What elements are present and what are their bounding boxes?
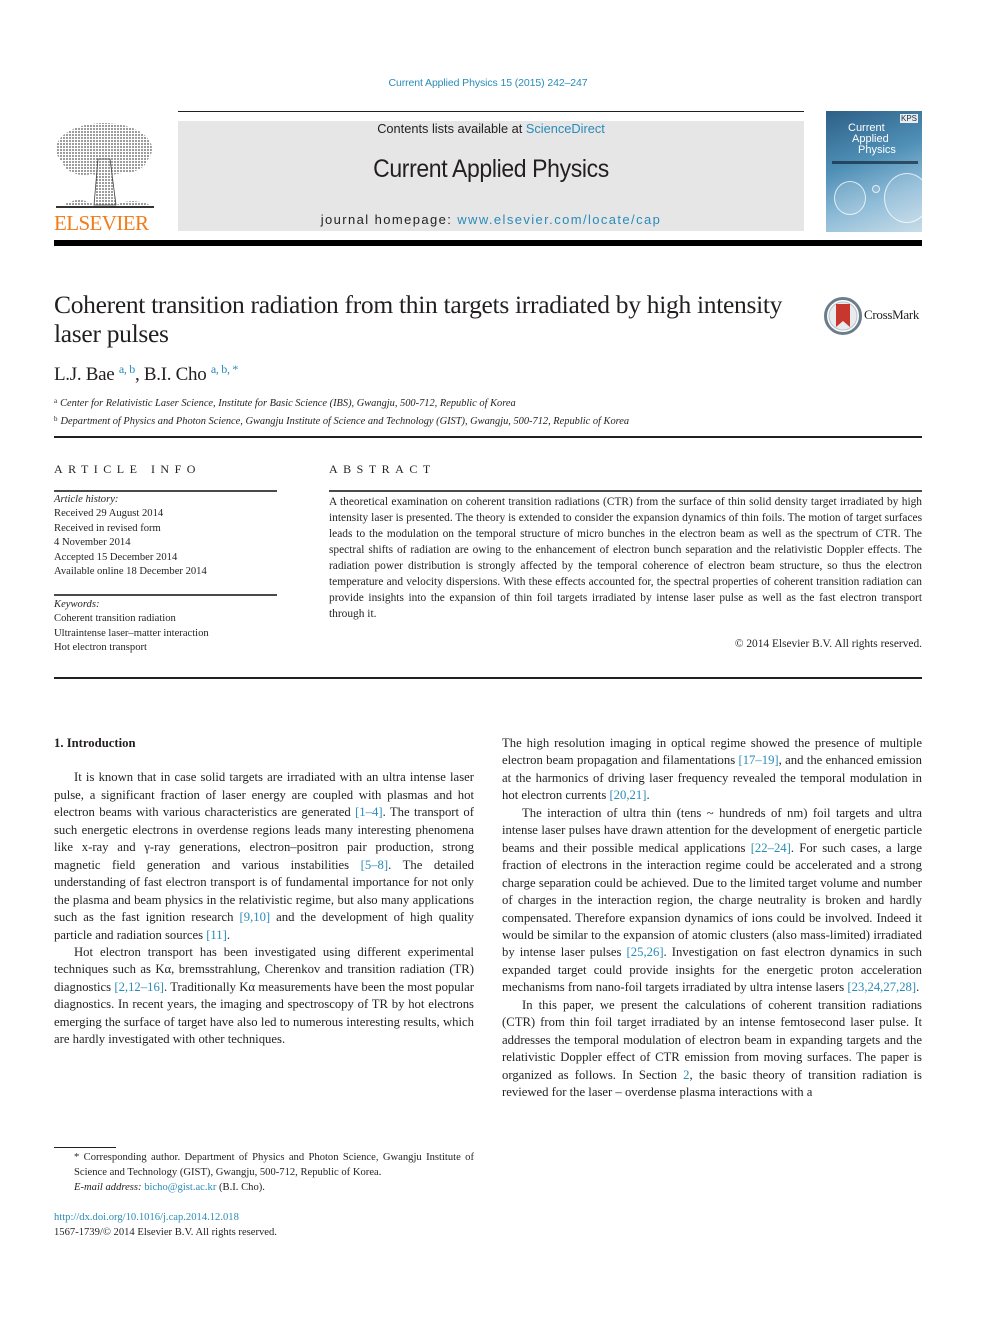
paragraph-text: . [916, 980, 920, 995]
sciencedirect-link[interactable]: ScienceDirect [526, 121, 605, 136]
cover-title: Current Applied Physics [848, 123, 896, 156]
homepage-prefix: journal homepage: [320, 212, 458, 227]
contents-line: Contents lists available at ScienceDirec… [178, 121, 804, 136]
paragraph-text: . For such cases, a large fraction of el… [502, 840, 922, 960]
keyword-item: Coherent transition radiation [54, 613, 176, 625]
author-list: L.J. Bae a, b, B.I. Cho a, b, * [54, 362, 238, 386]
body-paragraph: The interaction of ultra thin (tens ~ hu… [502, 805, 922, 997]
affiliation-item: a Center for Relativistic Laser Science, … [54, 394, 922, 412]
journal-masthead: Contents lists available at ScienceDirec… [178, 121, 804, 231]
email-label: E-mail address: [74, 1181, 145, 1193]
author-name[interactable]: L.J. Bae [54, 364, 115, 385]
citation-link[interactable]: [2,12–16] [114, 980, 164, 994]
tree-icon [56, 123, 154, 208]
homepage-line: journal homepage: www.elsevier.com/locat… [178, 212, 804, 227]
history-item: Accepted 15 December 2014 [54, 551, 178, 563]
body-column-right: The high resolution imaging in optical r… [502, 735, 922, 1102]
body-column-left: 1. Introduction It is known that in case… [54, 735, 474, 1049]
corresponding-author-note: * Corresponding author. Department of Ph… [74, 1152, 474, 1178]
abstract-text: A theoretical examination on coherent tr… [329, 496, 922, 620]
article-info-rule [54, 490, 277, 492]
journal-cover-image[interactable]: KPS Current Applied Physics [826, 111, 922, 232]
affiliations: a Center for Relativistic Laser Science, … [54, 394, 922, 429]
footnote: * Corresponding author. Department of Ph… [54, 1151, 474, 1195]
crossmark-label: CrossMark [864, 307, 920, 322]
cover-strap [832, 161, 918, 164]
citation-link[interactable]: [5–8] [361, 858, 388, 872]
header-top-rule [178, 111, 804, 112]
doi-link[interactable]: http://dx.doi.org/10.1016/j.cap.2014.12.… [54, 1212, 239, 1223]
email-link[interactable]: bicho@gist.ac.kr [144, 1182, 216, 1193]
cover-title-line: Physics [858, 144, 896, 156]
affiliation-mark: b [54, 414, 58, 423]
crossmark-icon [824, 297, 862, 335]
elsevier-wordmark: ELSEVIER [54, 211, 149, 235]
cover-bubble [884, 173, 922, 223]
history-item: Received in revised form [54, 522, 161, 534]
doi-block: http://dx.doi.org/10.1016/j.cap.2014.12.… [54, 1210, 277, 1240]
journal-title: Current Applied Physics [373, 155, 609, 183]
affiliation-mark: a [54, 397, 58, 405]
history-item: Available online 18 December 2014 [54, 566, 207, 578]
citation-link[interactable]: [1–4] [355, 805, 382, 819]
abstract-body: A theoretical examination on coherent tr… [329, 494, 922, 622]
author-affiliation-marks[interactable]: a, b, * [211, 362, 239, 376]
history-item: 4 November 2014 [54, 537, 131, 549]
citation-link[interactable]: [9,10] [240, 910, 271, 924]
journal-reference-link[interactable]: Current Applied Physics 15 (2015) 242–24… [0, 77, 976, 89]
cover-bubble [834, 181, 866, 215]
history-item: Received 29 August 2014 [54, 508, 164, 520]
keyword-item: Hot electron transport [54, 642, 147, 654]
abstract-copyright: © 2014 Elsevier B.V. All rights reserved… [734, 638, 922, 650]
journal-homepage-link[interactable]: www.elsevier.com/locate/cap [457, 212, 661, 227]
keyword-item: Ultraintense laser–matter interaction [54, 627, 209, 639]
affiliation-text: Center for Relativistic Laser Science, I… [60, 398, 516, 409]
affiliation-item: b Department of Physics and Photon Scienc… [54, 412, 922, 430]
keywords-rule [54, 594, 277, 596]
citation-link[interactable]: [17–19] [738, 753, 778, 767]
paragraph-text: . [646, 788, 650, 803]
front-matter-divider [54, 677, 922, 679]
author-name[interactable]: B.I. Cho [144, 364, 207, 385]
citation-link[interactable]: [23,24,27,28] [847, 980, 916, 994]
body-paragraph: In this paper, we present the calculatio… [502, 997, 922, 1102]
body-paragraph: Hot electron transport has been investig… [54, 944, 474, 1049]
contents-prefix: Contents lists available at [377, 121, 526, 136]
affiliations-divider [54, 436, 922, 438]
email-line: E-mail address: bicho@gist.ac.kr (B.I. C… [54, 1181, 474, 1196]
footnote-rule [54, 1147, 116, 1148]
abstract-heading: ABSTRACT [329, 462, 436, 476]
body-paragraph: The high resolution imaging in optical r… [502, 735, 922, 805]
issn-copyright: 1567-1739/© 2014 Elsevier B.V. All right… [54, 1227, 277, 1238]
article-history: Article history: Received 29 August 2014… [54, 493, 207, 579]
keywords-label: Keywords: [54, 599, 100, 610]
keywords: Keywords: Coherent transition radiation … [54, 598, 209, 656]
citation-link[interactable]: [20,21] [609, 788, 646, 802]
citation-link[interactable]: [25,26] [627, 945, 664, 959]
header-thick-rule [54, 240, 922, 246]
crossmark-button[interactable]: CrossMark [824, 296, 924, 336]
paragraph-text: . [226, 927, 231, 942]
citation-link[interactable]: [11] [206, 928, 227, 942]
citation-link[interactable]: [22–24] [751, 841, 791, 855]
article-info-heading: ARTICLE INFO [54, 462, 201, 476]
cover-bubble [872, 185, 880, 193]
article-history-label: Article history: [54, 494, 119, 505]
author-separator: , [134, 364, 144, 385]
article-title: Coherent transition radiation from thin … [54, 290, 783, 348]
affiliation-text: Department of Physics and Photon Science… [60, 415, 630, 427]
author-affiliation-marks[interactable]: a, b [119, 362, 135, 376]
cover-badge: KPS [899, 114, 918, 123]
section-heading-introduction: 1. Introduction [54, 736, 136, 750]
abstract-rule [329, 490, 922, 492]
body-paragraph: It is known that in case solid targets a… [54, 769, 474, 944]
email-suffix: (B.I. Cho). [216, 1181, 265, 1193]
